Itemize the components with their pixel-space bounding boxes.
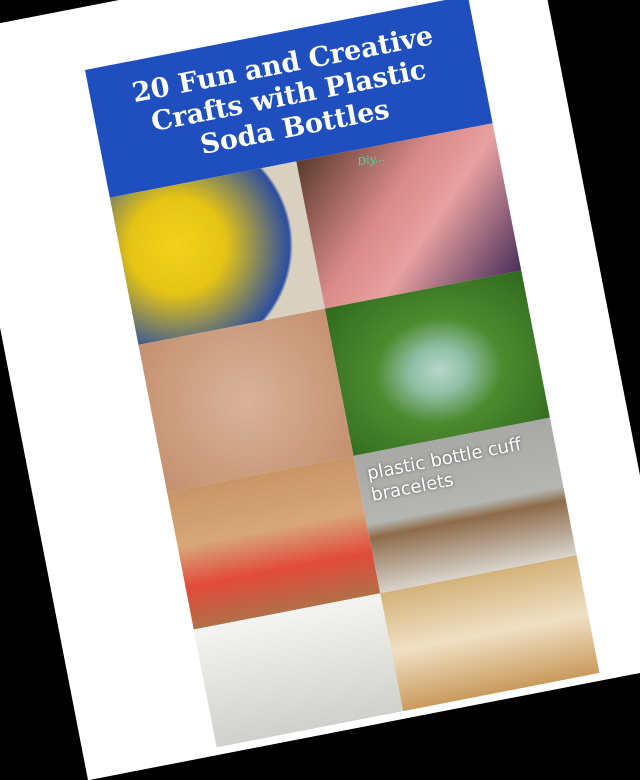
watermark: Diy... bbox=[356, 150, 386, 169]
